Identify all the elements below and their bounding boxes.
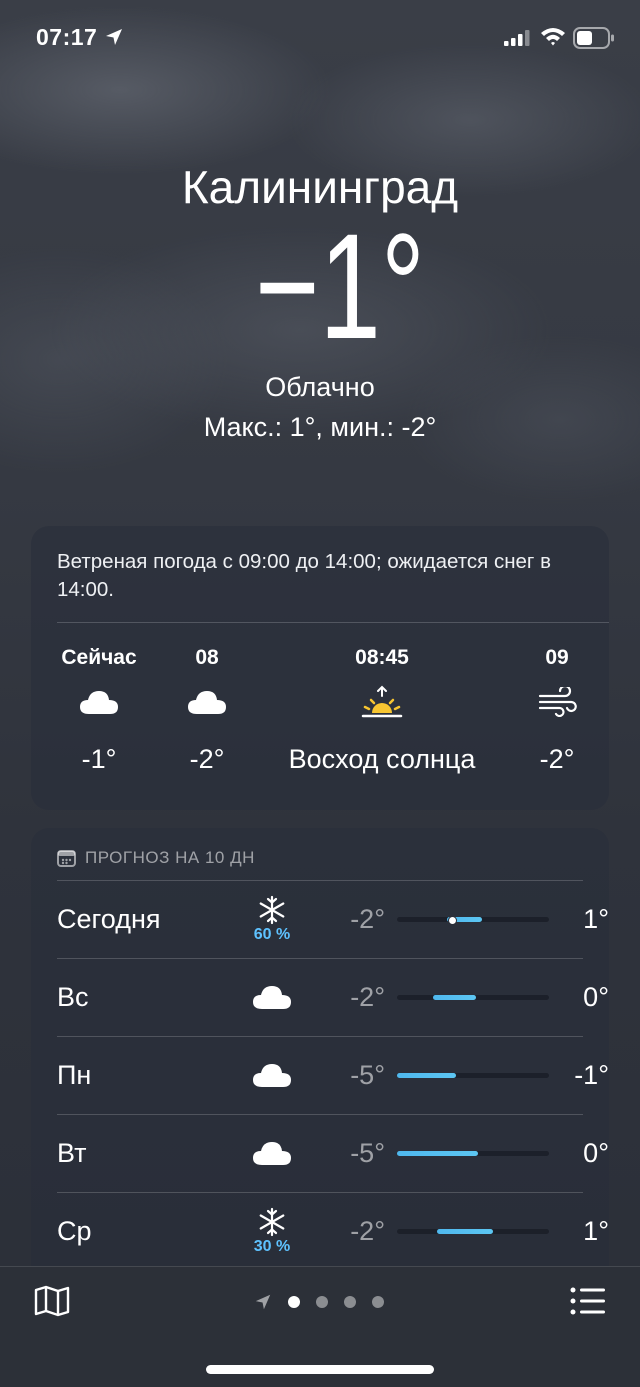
page-dot[interactable] xyxy=(316,1296,328,1308)
forecast-day: Ср xyxy=(57,1216,92,1246)
hour-item[interactable]: Сейчас -1° xyxy=(51,646,147,775)
temp-range-fill xyxy=(436,1229,493,1234)
hour-temp: -2° xyxy=(189,744,225,774)
hour-item[interactable]: 08 -2° xyxy=(159,646,255,775)
condition-text: Облачно xyxy=(265,372,375,402)
snowflake-icon xyxy=(259,1207,285,1236)
forecast-low: -2° xyxy=(350,1216,385,1246)
battery-icon xyxy=(573,27,614,49)
forecast-low: -2° xyxy=(350,982,385,1012)
forecast-row[interactable]: Вс -2° 0° xyxy=(57,958,609,1036)
hour-label: 08 xyxy=(195,646,219,669)
cellular-signal-icon xyxy=(504,30,530,46)
current-temp-marker xyxy=(447,916,457,925)
city-name: Калининград xyxy=(181,161,459,213)
wifi-icon xyxy=(541,28,565,46)
ten-day-forecast-card[interactable]: ПРОГНОЗ НА 10 ДН Сегодня 60 % -2° 1° Вс xyxy=(31,828,609,1288)
status-time: 07:17 xyxy=(36,24,98,50)
precip-chance: 30 % xyxy=(253,1237,291,1255)
page-dot[interactable] xyxy=(372,1296,384,1308)
current-temperature: −1° xyxy=(255,218,425,358)
page-dot[interactable] xyxy=(344,1296,356,1308)
calendar-icon xyxy=(57,850,76,867)
cloud-icon xyxy=(188,691,226,714)
divider xyxy=(57,622,609,623)
precip-chance: 60 % xyxy=(253,925,291,943)
sunrise-label: Восход солнца xyxy=(288,744,476,774)
forecast-day: Вс xyxy=(57,982,89,1012)
home-indicator xyxy=(206,1365,434,1374)
forecast-high: 1° xyxy=(583,904,609,934)
snowflake-icon xyxy=(259,895,285,924)
forecast-row[interactable]: Вт -5° 0° xyxy=(57,1114,609,1192)
location-arrow-icon xyxy=(106,29,122,45)
forecast-row[interactable]: Пн -5° -1° xyxy=(57,1036,609,1114)
map-icon[interactable] xyxy=(34,1285,70,1317)
hour-temp: -2° xyxy=(539,744,575,774)
page-dot[interactable] xyxy=(288,1296,300,1308)
svg-text:−1°: −1° xyxy=(255,218,425,358)
forecast-row[interactable]: Сегодня 60 % -2° 1° xyxy=(57,880,609,958)
hourly-forecast-card[interactable]: Ветреная погода с 09:00 до 14:00; ожидае… xyxy=(31,526,609,810)
temp-range-fill xyxy=(397,1151,478,1156)
cloud-icon xyxy=(253,1142,291,1165)
forecast-header-label: ПРОГНОЗ НА 10 ДН xyxy=(85,848,255,867)
forecast-low: -2° xyxy=(350,904,385,934)
forecast-day: Сегодня xyxy=(57,904,161,934)
status-bar: 07:17 xyxy=(0,0,640,80)
forecast-low: -5° xyxy=(350,1060,385,1090)
cloud-icon xyxy=(253,1064,291,1087)
location-arrow-icon xyxy=(255,1294,271,1310)
high-low-text: Макс.: 1°, мин.: -2° xyxy=(203,412,437,442)
forecast-row[interactable]: Ср 30 % -2° 1° xyxy=(57,1192,609,1270)
hour-label: Сейчас xyxy=(61,646,137,669)
temp-range-fill xyxy=(433,995,477,1000)
hour-item[interactable]: 09 -2° xyxy=(509,646,605,775)
temp-range-fill xyxy=(397,1073,457,1078)
forecast-high: -1° xyxy=(574,1060,609,1090)
wind-icon xyxy=(538,687,577,717)
forecast-header: ПРОГНОЗ НА 10 ДН xyxy=(57,848,255,868)
hour-label: 08:45 xyxy=(355,646,409,669)
hour-temp: -1° xyxy=(81,744,117,774)
weather-summary: Ветреная погода с 09:00 до 14:00; ожидае… xyxy=(57,550,551,601)
forecast-high: 0° xyxy=(583,982,609,1012)
hour-item-sunrise[interactable]: 08:45 Восход солнца xyxy=(267,646,497,775)
forecast-low: -5° xyxy=(350,1138,385,1168)
bottom-toolbar xyxy=(0,1266,640,1387)
forecast-day: Пн xyxy=(57,1060,92,1090)
hour-label: 09 xyxy=(545,646,569,669)
cloud-icon xyxy=(80,691,118,714)
page-indicator[interactable] xyxy=(254,1293,384,1311)
cloud-icon xyxy=(253,986,291,1009)
list-icon[interactable] xyxy=(570,1287,606,1315)
sunrise-icon xyxy=(361,685,403,718)
forecast-high: 0° xyxy=(583,1138,609,1168)
forecast-high: 1° xyxy=(583,1216,609,1246)
forecast-day: Вт xyxy=(57,1138,87,1168)
